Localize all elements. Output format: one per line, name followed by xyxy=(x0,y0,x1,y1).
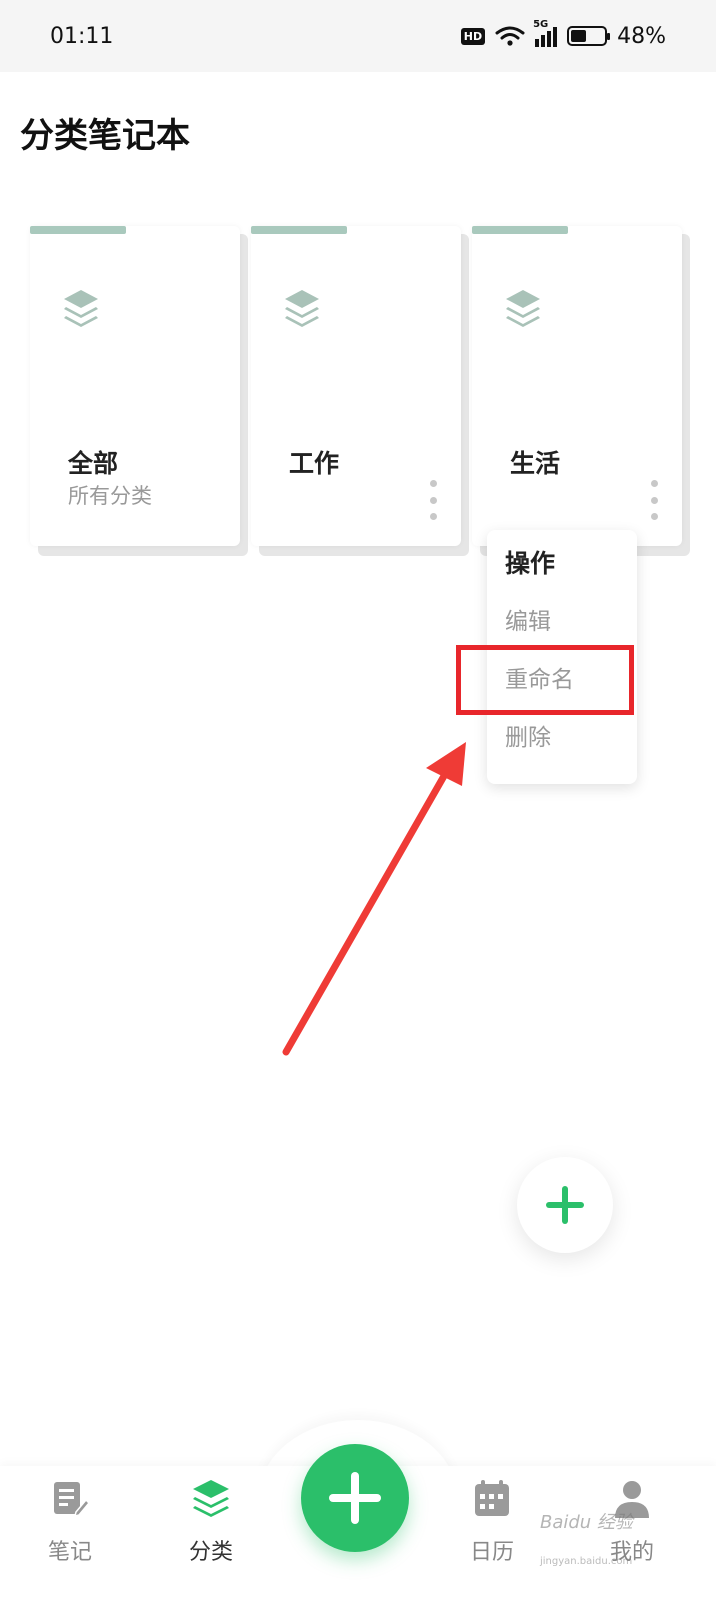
category-card-all[interactable]: 全部 所有分类 xyxy=(30,226,248,556)
category-name: 全部 xyxy=(68,449,119,478)
calendar-icon xyxy=(475,1480,509,1516)
category-name: 生活 xyxy=(510,449,561,478)
card-accent-bar xyxy=(30,226,126,234)
watermark: Baidu 经验 xyxy=(540,1512,633,1533)
category-name: 工作 xyxy=(289,449,340,478)
status-time: 01:11 xyxy=(50,23,114,49)
plus-icon xyxy=(329,1472,381,1524)
nav-item-calendar[interactable]: 日历 xyxy=(437,1476,547,1586)
screen: 01:11 HD 5G 48% 分类笔记本 全部 所有分类 工作 生活 操作 编… xyxy=(0,0,716,1600)
menu-item-delete[interactable]: 删除 xyxy=(505,718,637,776)
layers-icon xyxy=(506,290,540,327)
network-label: 5G xyxy=(533,19,549,30)
more-vertical-icon[interactable] xyxy=(644,480,664,520)
layers-icon xyxy=(64,290,98,327)
center-add-button[interactable] xyxy=(301,1444,409,1552)
battery-percent: 48% xyxy=(617,23,666,49)
note-edit-icon xyxy=(54,1482,90,1518)
layers-icon xyxy=(285,290,319,327)
category-subtitle: 所有分类 xyxy=(68,484,152,508)
nav-label: 日历 xyxy=(469,1540,514,1565)
status-icons: HD 5G 48% xyxy=(460,19,666,49)
hd-icon: HD xyxy=(460,27,486,45)
more-vertical-icon[interactable] xyxy=(423,480,443,520)
add-category-button[interactable] xyxy=(517,1157,613,1253)
nav-item-categories[interactable]: 分类 xyxy=(156,1476,266,1586)
nav-label: 笔记 xyxy=(47,1540,92,1565)
status-bar: 01:11 HD 5G 48% xyxy=(0,0,716,72)
highlight-box xyxy=(456,645,634,715)
nav-label: 分类 xyxy=(188,1540,233,1565)
card-accent-bar xyxy=(472,226,568,234)
category-card-work[interactable]: 工作 xyxy=(251,226,469,556)
signal-icon: 5G xyxy=(533,19,558,47)
watermark-sub: jingyan.baidu.com xyxy=(540,1556,633,1567)
category-card-life[interactable]: 生活 xyxy=(472,226,690,556)
nav-item-notes[interactable]: 笔记 xyxy=(15,1476,125,1586)
battery-level xyxy=(571,30,587,42)
battery-icon xyxy=(567,26,611,46)
wifi-icon xyxy=(495,26,525,46)
card-accent-bar xyxy=(251,226,347,234)
menu-title: 操作 xyxy=(505,549,556,578)
page-title: 分类笔记本 xyxy=(20,116,190,156)
plus-icon xyxy=(546,1186,584,1224)
layers-icon xyxy=(193,1480,229,1517)
